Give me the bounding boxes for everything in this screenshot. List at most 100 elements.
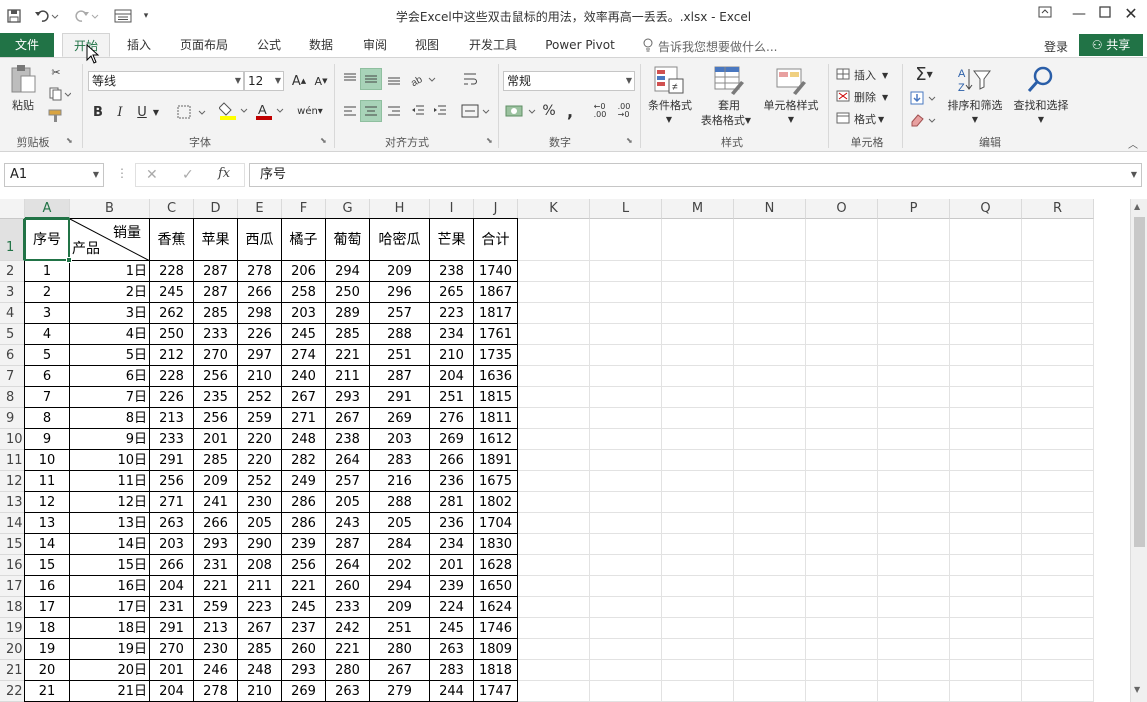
header-cell[interactable]: 苹果 (194, 219, 238, 261)
empty-cell[interactable] (878, 408, 950, 429)
data-cell[interactable]: 267 (326, 408, 370, 429)
empty-cell[interactable] (518, 324, 590, 345)
empty-cell[interactable] (806, 450, 878, 471)
empty-cell[interactable] (878, 450, 950, 471)
data-cell[interactable]: 3日 (70, 303, 150, 324)
data-cell[interactable]: 266 (194, 513, 238, 534)
empty-cell[interactable] (734, 513, 806, 534)
data-cell[interactable]: 267 (238, 618, 282, 639)
data-cell[interactable]: 287 (194, 282, 238, 303)
column-header[interactable]: L (590, 199, 662, 219)
empty-cell[interactable] (590, 282, 662, 303)
bold-button[interactable]: B (90, 102, 106, 122)
data-cell[interactable]: 230 (194, 639, 238, 660)
column-header[interactable]: C (150, 199, 194, 219)
data-cell[interactable]: 238 (430, 261, 474, 282)
data-cell[interactable]: 280 (326, 660, 370, 681)
data-cell[interactable]: 271 (282, 408, 326, 429)
empty-cell[interactable] (734, 597, 806, 618)
data-cell[interactable]: 12 (25, 492, 70, 513)
empty-cell[interactable] (1022, 618, 1094, 639)
data-cell[interactable]: 4日 (70, 324, 150, 345)
data-cell[interactable]: 228 (150, 261, 194, 282)
empty-cell[interactable] (806, 618, 878, 639)
data-cell[interactable]: 248 (282, 429, 326, 450)
data-cell[interactable]: 245 (150, 282, 194, 303)
data-cell[interactable]: 1747 (474, 681, 518, 702)
empty-cell[interactable] (734, 408, 806, 429)
empty-cell[interactable] (806, 597, 878, 618)
font-launcher-icon[interactable]: ⬊ (320, 136, 327, 145)
data-cell[interactable]: 211 (326, 366, 370, 387)
format-cells-button[interactable]: 格式 ▼ (836, 110, 896, 128)
data-cell[interactable]: 267 (282, 387, 326, 408)
empty-cell[interactable] (590, 429, 662, 450)
data-cell[interactable]: 201 (150, 660, 194, 681)
data-cell[interactable]: 236 (430, 471, 474, 492)
data-cell[interactable]: 293 (282, 660, 326, 681)
data-cell[interactable]: 204 (150, 681, 194, 702)
empty-cell[interactable] (806, 555, 878, 576)
data-cell[interactable]: 259 (238, 408, 282, 429)
empty-cell[interactable] (806, 429, 878, 450)
data-cell[interactable]: 285 (194, 450, 238, 471)
data-cell[interactable]: 17日 (70, 597, 150, 618)
cancel-icon[interactable]: ✕ (146, 167, 158, 183)
comma-button[interactable]: , (562, 100, 578, 122)
data-cell[interactable]: 9 (25, 429, 70, 450)
data-cell[interactable]: 252 (238, 471, 282, 492)
row-header[interactable]: 8 (0, 387, 25, 408)
wrap-text-icon[interactable] (460, 68, 482, 90)
data-cell[interactable]: 1830 (474, 534, 518, 555)
data-cell[interactable]: 223 (238, 597, 282, 618)
data-cell[interactable]: 2 (25, 282, 70, 303)
empty-cell[interactable] (1022, 513, 1094, 534)
data-cell[interactable]: 293 (326, 387, 370, 408)
empty-cell[interactable] (590, 639, 662, 660)
data-cell[interactable]: 20 (25, 660, 70, 681)
data-cell[interactable]: 1日 (70, 261, 150, 282)
empty-cell[interactable] (806, 261, 878, 282)
data-cell[interactable]: 221 (194, 576, 238, 597)
data-cell[interactable]: 270 (194, 345, 238, 366)
data-cell[interactable]: 241 (194, 492, 238, 513)
data-cell[interactable]: 279 (370, 681, 430, 702)
data-cell[interactable]: 264 (326, 450, 370, 471)
row-header[interactable]: 9 (0, 408, 25, 429)
row-header[interactable]: 21 (0, 660, 25, 681)
data-cell[interactable]: 3 (25, 303, 70, 324)
empty-cell[interactable] (734, 681, 806, 702)
data-cell[interactable]: 1891 (474, 450, 518, 471)
chevron-down-icon[interactable]: ▼ (150, 102, 162, 122)
empty-cell[interactable] (878, 681, 950, 702)
data-cell[interactable]: 228 (150, 366, 194, 387)
empty-cell[interactable] (734, 618, 806, 639)
data-cell[interactable]: 1650 (474, 576, 518, 597)
data-cell[interactable]: 203 (150, 534, 194, 555)
column-header[interactable]: R (1022, 199, 1094, 219)
data-cell[interactable]: 234 (430, 534, 474, 555)
empty-cell[interactable] (734, 303, 806, 324)
empty-cell[interactable] (734, 366, 806, 387)
empty-cell[interactable] (806, 513, 878, 534)
data-cell[interactable]: 18日 (70, 618, 150, 639)
conditional-format-icon[interactable]: ≠ (652, 64, 686, 96)
empty-cell[interactable] (734, 324, 806, 345)
empty-cell[interactable] (734, 345, 806, 366)
paste-button[interactable]: 粘贴 (6, 98, 40, 112)
data-cell[interactable]: 13 (25, 513, 70, 534)
data-cell[interactable]: 1 (25, 261, 70, 282)
data-cell[interactable]: 256 (194, 408, 238, 429)
empty-cell[interactable] (806, 324, 878, 345)
data-cell[interactable]: 257 (370, 303, 430, 324)
data-cell[interactable]: 230 (238, 492, 282, 513)
data-cell[interactable]: 234 (430, 324, 474, 345)
data-cell[interactable]: 243 (326, 513, 370, 534)
data-cell[interactable]: 287 (194, 261, 238, 282)
empty-cell[interactable] (518, 660, 590, 681)
empty-cell[interactable] (590, 576, 662, 597)
data-cell[interactable]: 1815 (474, 387, 518, 408)
data-cell[interactable]: 285 (194, 303, 238, 324)
empty-cell[interactable] (518, 639, 590, 660)
enter-icon[interactable]: ✓ (182, 167, 194, 183)
